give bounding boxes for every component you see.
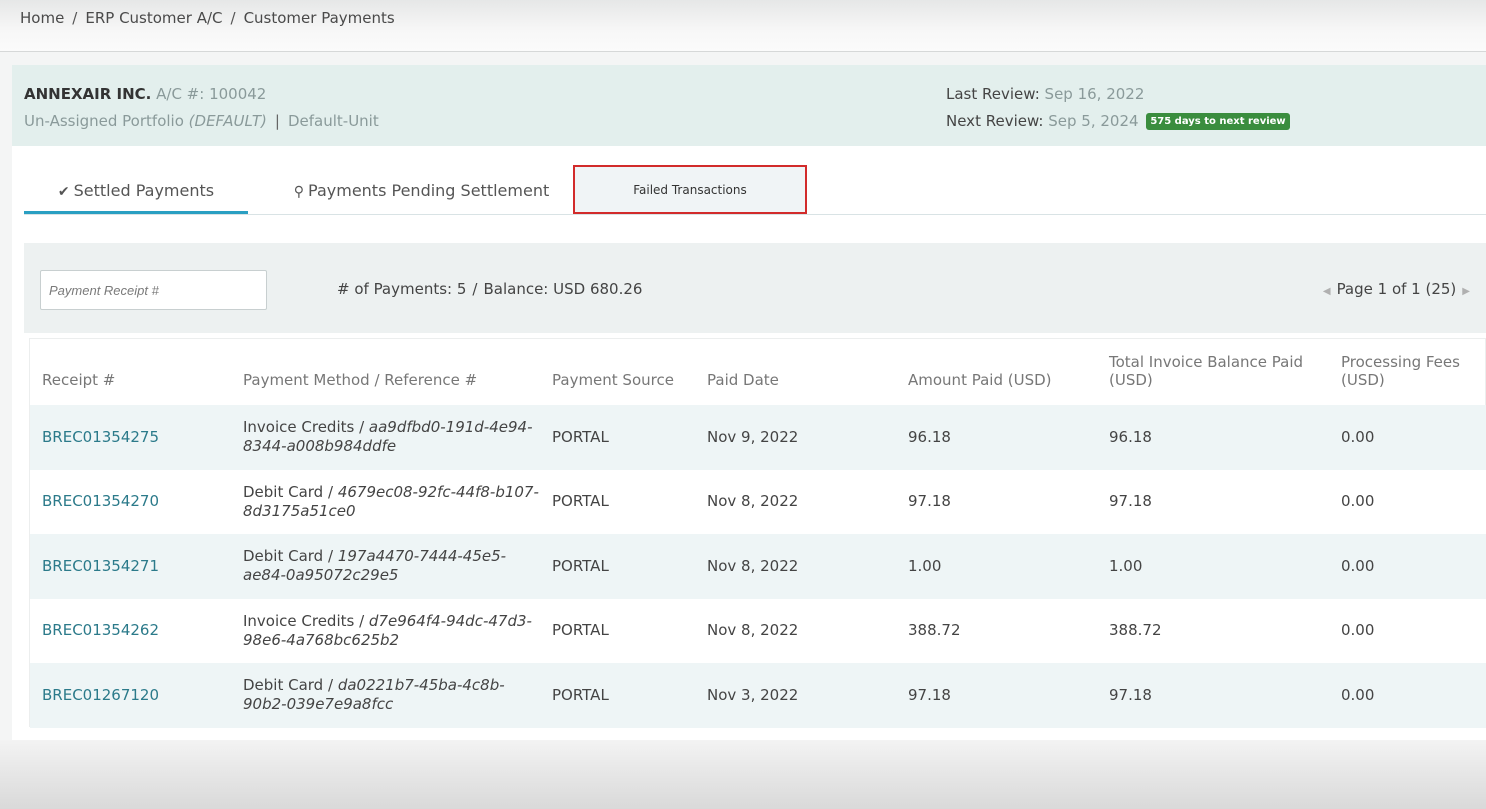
- invoice-balance-cell: 388.72: [1097, 598, 1329, 663]
- payments-summary: # of Payments: 5/Balance: USD 680.26: [337, 280, 643, 298]
- tab-failed-transactions[interactable]: Failed Transactions: [573, 165, 807, 214]
- payment-method-cell: Debit Card / 4679ec08-92fc-44f8-b107-8d3…: [231, 469, 540, 534]
- breadcrumb: Home / ERP Customer A/C / Customer Payments: [20, 9, 395, 27]
- pagination: ◀ Page 1 of 1 (25) ▶: [1317, 280, 1476, 298]
- account-header: ANNEXAIR INC. A/C #: 100042 Un-Assigned …: [12, 65, 1486, 146]
- invoice-balance-cell: 97.18: [1097, 663, 1329, 728]
- amount-paid-cell: 97.18: [896, 469, 1097, 534]
- processing-fees-cell: 0.00: [1329, 598, 1486, 663]
- payments-table: Receipt # Payment Method / Reference # P…: [29, 338, 1486, 728]
- amount-paid-cell: 96.18: [896, 405, 1097, 470]
- payment-source-cell: PORTAL: [540, 534, 695, 599]
- prev-page-icon[interactable]: ◀: [1323, 286, 1331, 297]
- next-review-badge: 575 days to next review: [1146, 113, 1290, 130]
- paid-date-cell: Nov 3, 2022: [695, 663, 896, 728]
- processing-fees-cell: 0.00: [1329, 405, 1486, 470]
- column-header-amount[interactable]: Amount Paid (USD): [896, 339, 1097, 405]
- column-header-fees[interactable]: Processing Fees (USD): [1329, 339, 1486, 405]
- payment-source-cell: PORTAL: [540, 663, 695, 728]
- table-header-row: Receipt # Payment Method / Reference # P…: [30, 339, 1486, 405]
- processing-fees-cell: 0.00: [1329, 534, 1486, 599]
- payment-method-cell: Debit Card / da0221b7-45ba-4c8b-90b2-039…: [231, 663, 540, 728]
- tab-label: Payments Pending Settlement: [308, 181, 550, 200]
- payment-method-cell: Invoice Credits / d7e964f4-94dc-47d3-98e…: [231, 598, 540, 663]
- amount-paid-cell: 97.18: [896, 663, 1097, 728]
- payment-method-cell: Debit Card / 197a4470-7444-45e5-ae84-0a9…: [231, 534, 540, 599]
- tab-label: Settled Payments: [73, 181, 215, 200]
- invoice-balance-cell: 1.00: [1097, 534, 1329, 599]
- receipt-link[interactable]: BREC01354275: [30, 405, 231, 470]
- account-number: 100042: [209, 85, 267, 103]
- paid-date-cell: Nov 9, 2022: [695, 405, 896, 470]
- column-header-invoice-balance[interactable]: Total Invoice Balance Paid (USD): [1097, 339, 1329, 405]
- tab-settled-payments[interactable]: ✔ Settled Payments: [24, 165, 248, 214]
- footer-shade: [0, 740, 1486, 809]
- receipt-link[interactable]: BREC01354271: [30, 534, 231, 599]
- amount-paid-cell: 1.00: [896, 534, 1097, 599]
- table-row: BREC01267120 Debit Card / da0221b7-45ba-…: [30, 663, 1486, 728]
- last-review-date: Sep 16, 2022: [1044, 85, 1145, 103]
- receipt-link[interactable]: BREC01354262: [30, 598, 231, 663]
- table-row: BREC01354262 Invoice Credits / d7e964f4-…: [30, 598, 1486, 663]
- invoice-balance-cell: 96.18: [1097, 405, 1329, 470]
- payment-tabs: ✔ Settled Payments ⚲ Payments Pending Sett…: [24, 165, 1486, 215]
- paid-date-cell: Nov 8, 2022: [695, 534, 896, 599]
- breadcrumb-home[interactable]: Home: [20, 9, 64, 27]
- tab-label: Failed Transactions: [633, 183, 747, 197]
- processing-fees-cell: 0.00: [1329, 469, 1486, 534]
- invoice-balance-cell: 97.18: [1097, 469, 1329, 534]
- payment-source-cell: PORTAL: [540, 598, 695, 663]
- paid-date-cell: Nov 8, 2022: [695, 469, 896, 534]
- table-row: BREC01354271 Debit Card / 197a4470-7444-…: [30, 534, 1486, 599]
- check-icon: ✔: [57, 184, 70, 200]
- breadcrumb-current: Customer Payments: [243, 9, 395, 27]
- paid-date-cell: Nov 8, 2022: [695, 598, 896, 663]
- receipt-link[interactable]: BREC01354270: [30, 469, 231, 534]
- payment-method-cell: Invoice Credits / aa9dfbd0-191d-4e94-834…: [231, 405, 540, 470]
- unit-name: Default-Unit: [287, 112, 379, 130]
- column-header-source[interactable]: Payment Source: [540, 339, 695, 405]
- next-review-label: Next Review:: [946, 112, 1044, 130]
- tab-payments-pending[interactable]: ⚲ Payments Pending Settlement: [269, 165, 574, 215]
- column-header-method[interactable]: Payment Method / Reference #: [231, 339, 540, 405]
- top-bar: Home / ERP Customer A/C / Customer Payments: [0, 0, 1486, 52]
- receipt-link[interactable]: BREC01267120: [30, 663, 231, 728]
- breadcrumb-erp-customer[interactable]: ERP Customer A/C: [85, 9, 222, 27]
- next-page-icon[interactable]: ▶: [1462, 286, 1470, 297]
- filter-bar: # of Payments: 5/Balance: USD 680.26 ◀ Pa…: [24, 243, 1486, 333]
- column-header-paid-date[interactable]: Paid Date: [695, 339, 896, 405]
- processing-fees-cell: 0.00: [1329, 663, 1486, 728]
- account-name: ANNEXAIR INC.: [24, 85, 152, 103]
- payments-balance: Balance: USD 680.26: [483, 280, 643, 298]
- portfolio-name: Un-Assigned Portfolio: [24, 112, 184, 130]
- last-review-label: Last Review:: [946, 85, 1040, 103]
- column-header-receipt[interactable]: Receipt #: [30, 339, 231, 405]
- amount-paid-cell: 388.72: [896, 598, 1097, 663]
- next-review-date: Sep 5, 2024: [1048, 112, 1139, 130]
- portfolio-tag: (DEFAULT): [188, 112, 267, 130]
- table-row: BREC01354270 Debit Card / 4679ec08-92fc-…: [30, 469, 1486, 534]
- payment-source-cell: PORTAL: [540, 469, 695, 534]
- payment-source-cell: PORTAL: [540, 405, 695, 470]
- table-row: BREC01354275 Invoice Credits / aa9dfbd0-…: [30, 405, 1486, 470]
- account-number-label: A/C #:: [156, 85, 205, 103]
- user-icon: ⚲: [293, 184, 305, 200]
- page-indicator: Page 1 of 1 (25): [1336, 280, 1457, 298]
- payment-receipt-search-input[interactable]: [40, 270, 267, 310]
- payments-count: # of Payments: 5: [337, 280, 467, 298]
- main-content: ANNEXAIR INC. A/C #: 100042 Un-Assigned …: [12, 65, 1486, 765]
